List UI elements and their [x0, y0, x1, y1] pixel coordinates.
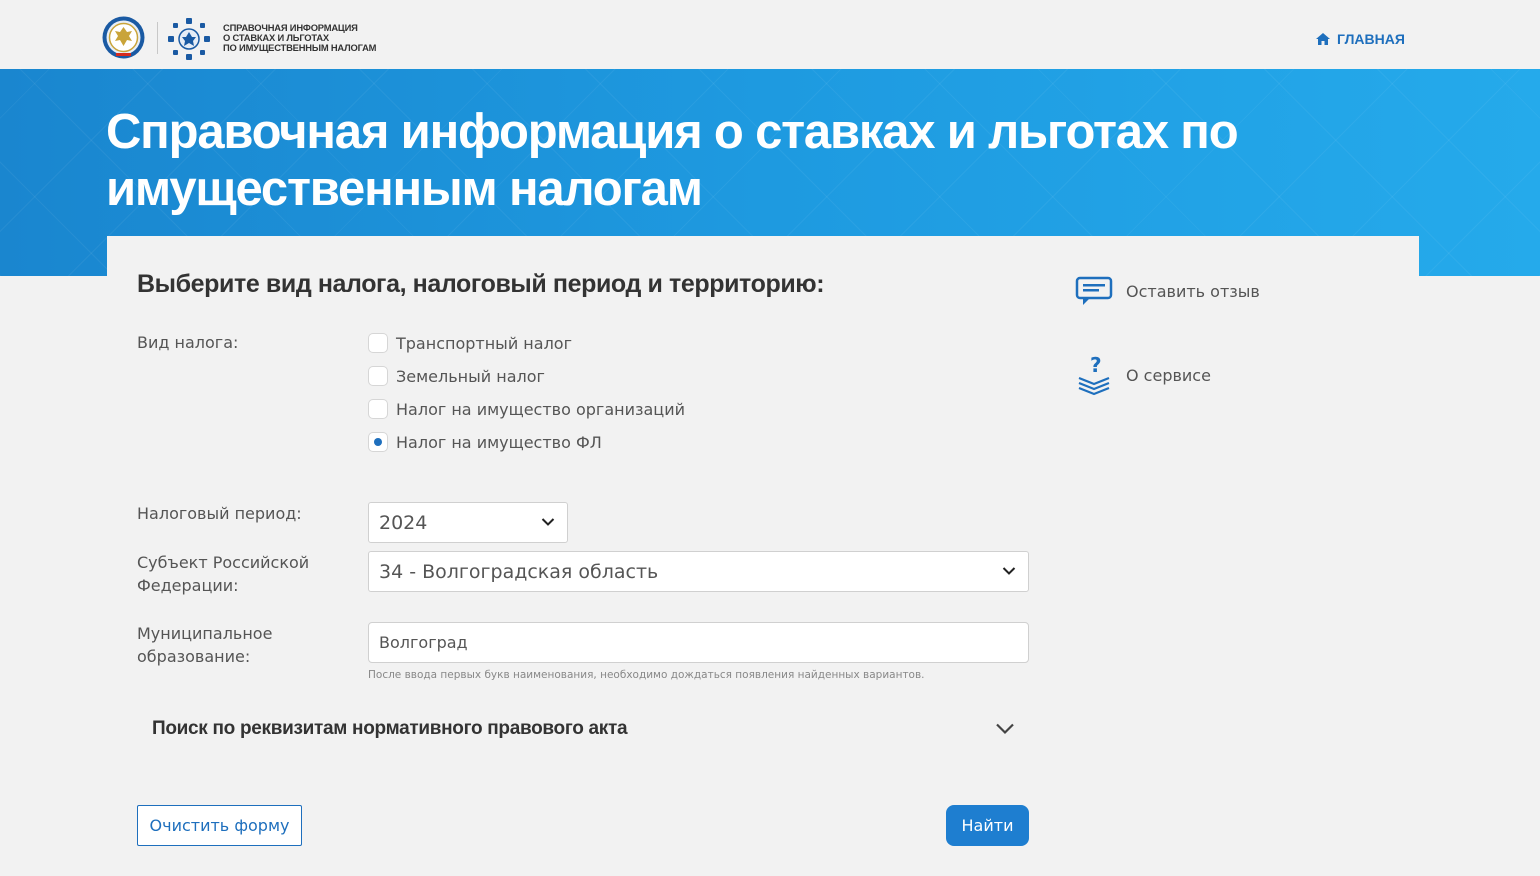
- about-service-label: О сервисе: [1126, 365, 1211, 385]
- fns-emblem-icon[interactable]: [101, 15, 146, 60]
- tax-type-option-transport[interactable]: Транспортный налог: [368, 332, 572, 354]
- tax-type-option-label: Налог на имущество организаций: [396, 399, 685, 419]
- chevron-down-icon: [1002, 567, 1016, 575]
- svg-text:?: ?: [1090, 354, 1102, 377]
- radio-button[interactable]: [368, 399, 388, 419]
- feedback-icon: [1075, 276, 1113, 305]
- nav-home-label: ГЛАВНАЯ: [1337, 31, 1405, 47]
- form-section-title: Выберите вид налога, налоговый период и …: [137, 270, 825, 298]
- tax-type-option-label: Транспортный налог: [396, 333, 572, 353]
- service-logo-text: СПРАВОЧНАЯ ИНФОРМАЦИЯ О СТАВКАХ И ЛЬГОТА…: [223, 22, 377, 53]
- top-header: СПРАВОЧНАЯ ИНФОРМАЦИЯ О СТАВКАХ И ЛЬГОТА…: [0, 0, 1540, 69]
- radio-button[interactable]: [368, 333, 388, 353]
- chevron-down-icon: [996, 723, 1014, 735]
- municipality-label: Муниципальное образование:: [137, 624, 273, 666]
- about-service-link[interactable]: ? О сервисе: [1075, 354, 1211, 396]
- region-label: Субъект Российской Федерации:: [137, 553, 310, 595]
- page-title: Справочная информация о ставках и льгота…: [106, 105, 1239, 216]
- radio-button[interactable]: [368, 366, 388, 386]
- municipality-hint: После ввода первых букв наименования, не…: [368, 669, 925, 681]
- logo-separator: [157, 22, 158, 54]
- tax-period-value: 2024: [379, 511, 428, 534]
- tax-period-select[interactable]: 2024: [368, 502, 568, 543]
- service-logo-icon[interactable]: [167, 17, 211, 61]
- find-button[interactable]: Найти: [946, 805, 1029, 846]
- tax-type-option-label: Земельный налог: [396, 366, 545, 386]
- clear-form-button[interactable]: Очистить форму: [137, 805, 302, 846]
- tax-type-option-org-property[interactable]: Налог на имущество организаций: [368, 398, 685, 420]
- act-search-accordion[interactable]: Поиск по реквизитам нормативного правово…: [137, 710, 1029, 752]
- tax-type-option-land[interactable]: Земельный налог: [368, 365, 545, 387]
- home-icon: [1316, 33, 1330, 45]
- tax-period-label: Налоговый период:: [137, 504, 302, 523]
- municipality-input[interactable]: [368, 622, 1029, 663]
- feedback-label: Оставить отзыв: [1126, 281, 1260, 301]
- region-select[interactable]: 34 - Волгоградская область: [368, 551, 1029, 592]
- help-stack-icon: ?: [1078, 354, 1110, 396]
- tax-type-option-label: Налог на имущество ФЛ: [396, 432, 602, 452]
- feedback-link[interactable]: Оставить отзыв: [1075, 276, 1260, 306]
- accordion-title: Поиск по реквизитам нормативного правово…: [152, 718, 628, 739]
- region-value: 34 - Волгоградская область: [379, 560, 659, 583]
- radio-button-checked[interactable]: [368, 432, 388, 452]
- nav-home-link[interactable]: ГЛАВНАЯ: [1316, 29, 1405, 49]
- chevron-down-icon: [541, 518, 555, 526]
- tax-type-option-individual-property[interactable]: Налог на имущество ФЛ: [368, 431, 602, 453]
- tax-type-label: Вид налога:: [137, 333, 239, 352]
